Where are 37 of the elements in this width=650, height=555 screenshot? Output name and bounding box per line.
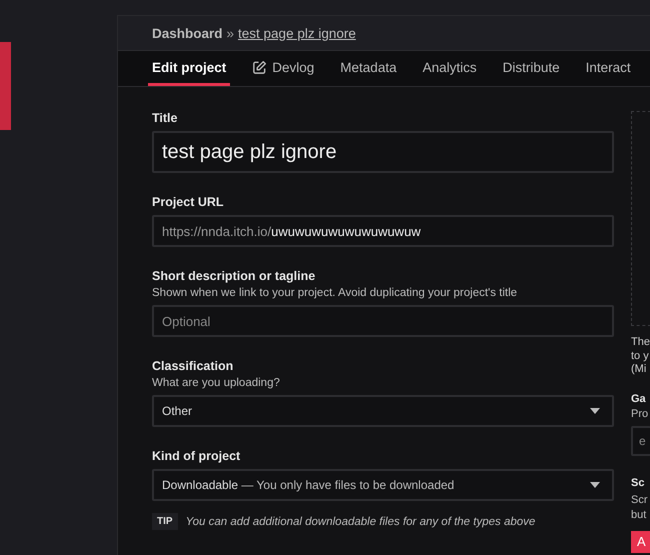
url-field[interactable]: https://nnda.itch.io/uwuwuwuwuwuwuwuwuw [152, 215, 614, 247]
text-field[interactable]: Optional [152, 305, 614, 337]
help-text: but [631, 508, 648, 522]
tab[interactable]: Devlog [248, 51, 318, 86]
tip-badge: TIP [152, 513, 178, 530]
dropdown[interactable]: Other [152, 395, 614, 427]
project-link[interactable]: test page plz ignore [238, 26, 356, 40]
field-label: Project URL [152, 195, 225, 209]
breadcrumb-separator: » [226, 26, 234, 40]
note-text: (Mi [631, 363, 648, 376]
field-label: Kind of project [152, 449, 242, 463]
help-text: Pro [631, 408, 650, 420]
caret-icon [590, 408, 600, 414]
tab[interactable]: Interact [582, 51, 635, 86]
field-label: Short description or tagline [152, 269, 316, 283]
cover-upload-area[interactable] [631, 111, 650, 326]
edit-icon [252, 60, 268, 74]
tab[interactable]: Metadata [336, 51, 401, 86]
text-field[interactable]: e [631, 426, 650, 456]
tip-text: You can add additional downloadable files for any of the types above [186, 516, 536, 528]
dashboard-link[interactable]: Dashboard [152, 26, 223, 40]
field-label: Title [152, 111, 178, 125]
caret-icon [590, 482, 600, 488]
note-text: to y [631, 350, 650, 363]
help-text: Scr [631, 492, 648, 508]
note-text: The [631, 336, 650, 350]
text-field[interactable]: test page plz ignore [152, 131, 614, 173]
field-label: Classification [152, 359, 234, 373]
tab[interactable]: Edit project [148, 51, 230, 86]
help-text: Shown when we link to your project. Avoid duplicating your project's title [152, 287, 518, 299]
field-label: Sc [631, 476, 646, 488]
add-button[interactable]: A [631, 530, 650, 552]
field-label: Ga [631, 392, 647, 404]
tab[interactable]: Analytics [418, 51, 481, 86]
tab[interactable]: Distribute [498, 51, 564, 86]
dropdown[interactable]: Downloadable — You only have files to be downloaded [152, 469, 614, 501]
help-text: What are you uploading? [152, 377, 281, 389]
